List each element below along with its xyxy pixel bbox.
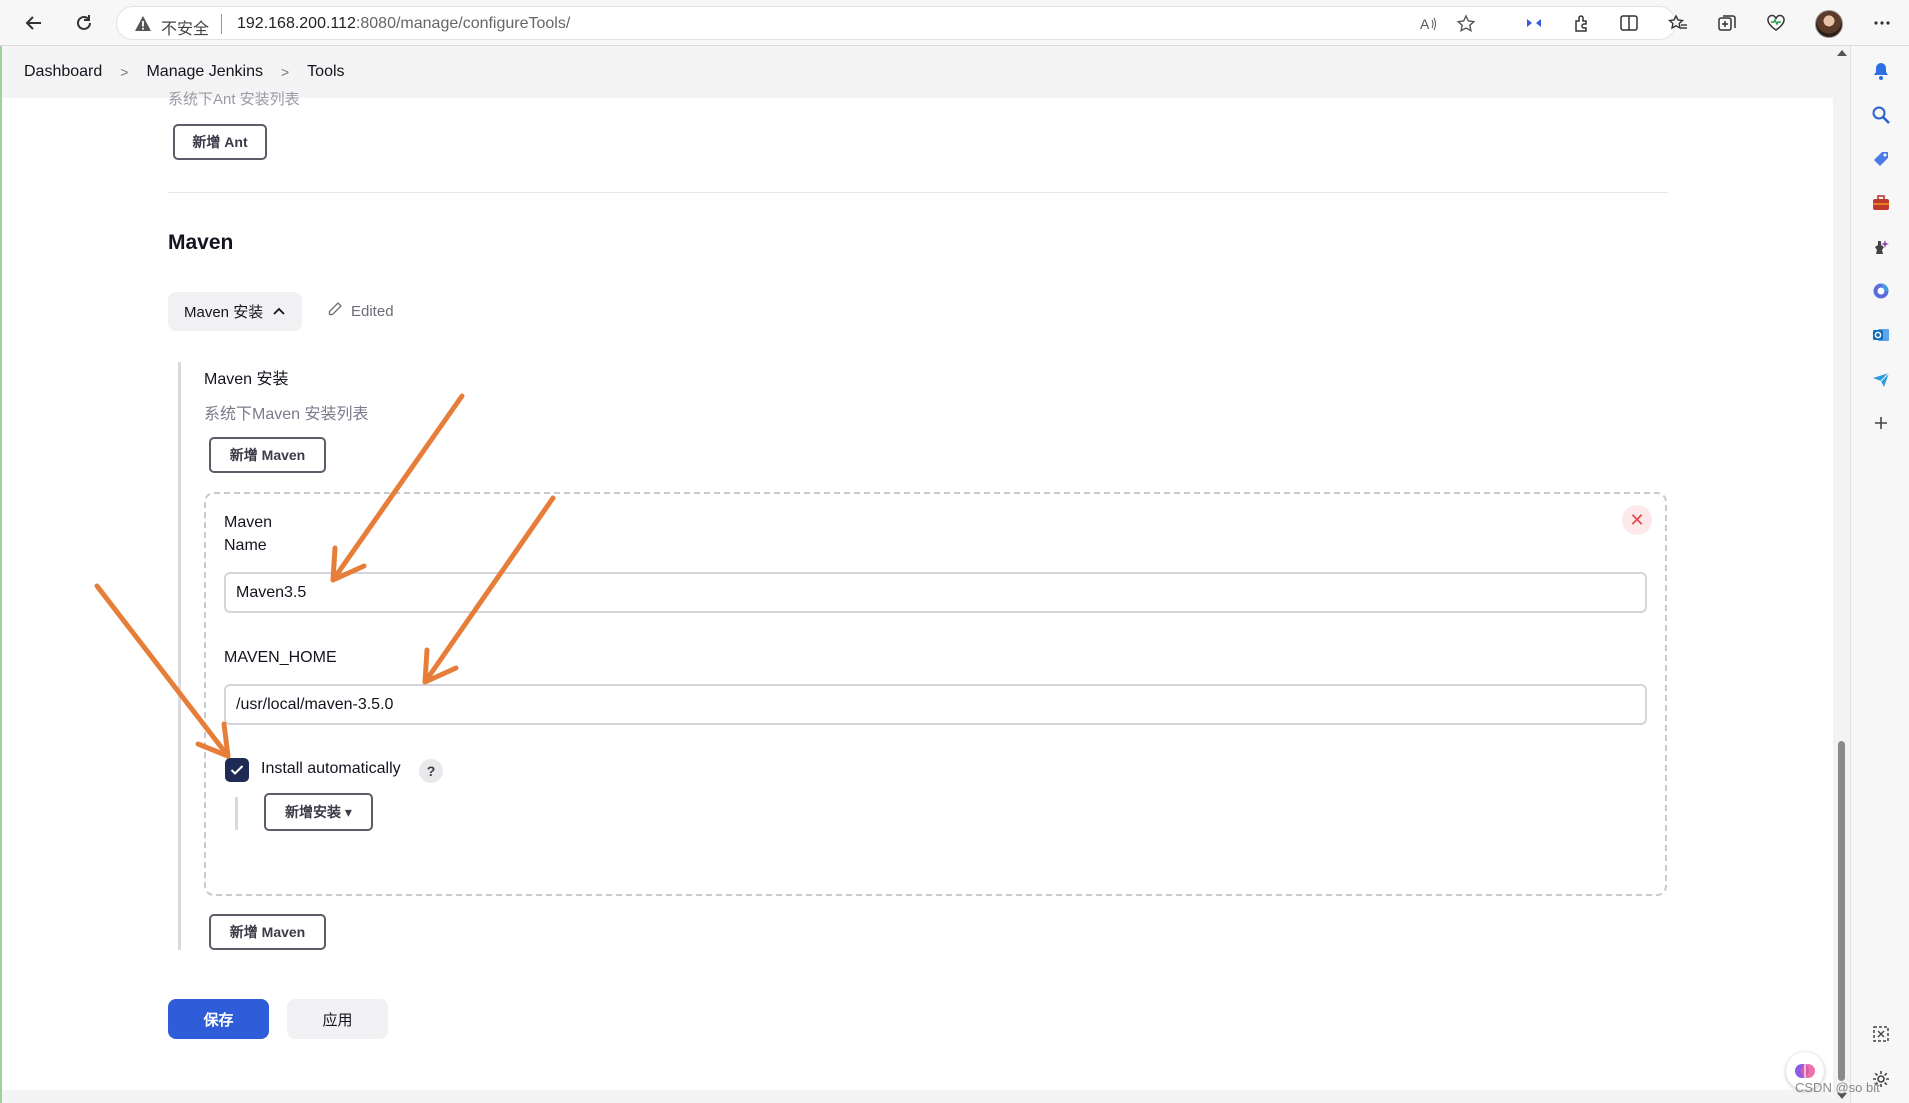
read-aloud-icon[interactable]: A (1417, 13, 1439, 35)
chevron-right-icon: > (280, 64, 290, 80)
help-question-icon[interactable]: ? (419, 759, 443, 783)
outlook-icon[interactable] (1868, 322, 1894, 348)
name-label-line1: Maven (224, 514, 273, 531)
scrollbar-thumb[interactable] (1838, 741, 1845, 1081)
chevron-right-icon: > (120, 64, 129, 80)
toolbox-icon[interactable] (1868, 190, 1894, 216)
profile-avatar[interactable] (1815, 10, 1843, 38)
url-path: :8080/manage/configureTools/ (355, 15, 571, 32)
installations-guide-line (178, 362, 181, 950)
page-scrollbar[interactable] (1833, 46, 1850, 1103)
split-view-icon[interactable] (1615, 9, 1643, 37)
chevron-up-icon (273, 303, 285, 320)
favorite-star-icon[interactable] (1455, 13, 1477, 35)
browser-sidebar (1850, 46, 1909, 1103)
add-ant-button[interactable]: 新增 Ant (173, 124, 267, 160)
edited-indicator: Edited (327, 301, 394, 321)
window-left-border (0, 46, 2, 1103)
scroll-up-arrow[interactable] (1837, 50, 1847, 56)
breadcrumb-tools[interactable]: Tools (307, 63, 344, 81)
add-maven-button-top[interactable]: 新增 Maven (209, 437, 326, 473)
breadcrumb-dashboard[interactable]: Dashboard (24, 63, 102, 81)
maven-installations-desc: 系统下Maven 安装列表 (204, 406, 369, 423)
section-divider (168, 192, 1668, 193)
name-label-line2: Name (224, 537, 267, 554)
maven-home-label: MAVEN_HOME (224, 649, 337, 666)
edited-label: Edited (351, 302, 394, 320)
bell-icon[interactable] (1868, 58, 1894, 84)
maven-home-input[interactable] (224, 684, 1647, 725)
screenshot-icon[interactable] (1868, 1021, 1894, 1047)
svg-text:A: A (1420, 16, 1430, 32)
ant-installations-desc: 系统下Ant 安装列表 (168, 91, 300, 108)
csdn-watermark: CSDN @so bit (1795, 1080, 1880, 1095)
save-button[interactable]: 保存 (168, 999, 269, 1039)
back-icon[interactable] (20, 9, 48, 37)
browser-toolbar: 不安全 192.168.200.112:8080/manage/configur… (0, 0, 1909, 46)
office-icon[interactable] (1868, 278, 1894, 304)
send-icon[interactable] (1868, 366, 1894, 392)
pencil-icon (327, 301, 343, 321)
url-text[interactable]: 192.168.200.112:8080/manage/configureToo… (237, 15, 570, 33)
toggle-label: Maven 安装 (184, 304, 264, 321)
add-maven-button-bottom[interactable]: 新增 Maven (209, 914, 326, 950)
install-automatically-checkbox[interactable] (225, 758, 249, 782)
apply-button[interactable]: 应用 (287, 999, 388, 1039)
maven-name-input[interactable] (224, 572, 1647, 613)
checkmark-icon (230, 765, 244, 775)
extensions-icon[interactable] (1568, 9, 1596, 37)
installer-guide-line (235, 797, 238, 830)
tag-icon[interactable] (1868, 146, 1894, 172)
delete-installation-close-icon[interactable]: ✕ (1622, 505, 1652, 535)
add-icon[interactable] (1868, 410, 1894, 436)
add-installer-dropdown-button[interactable]: 新增安装 ▾ (264, 793, 373, 831)
games-icon[interactable] (1868, 234, 1894, 260)
favorites-icon[interactable] (1664, 9, 1692, 37)
warning-icon (134, 15, 152, 38)
url-host: 192.168.200.112 (237, 15, 356, 32)
maven-installations-label: Maven 安装 (204, 371, 289, 388)
breadcrumb-manage-jenkins[interactable]: Manage Jenkins (146, 63, 263, 81)
collections-icon[interactable] (1713, 9, 1741, 37)
install-automatically-label[interactable]: Install automatically (261, 760, 401, 778)
split-screen-icon[interactable] (1520, 9, 1548, 37)
reload-icon[interactable] (70, 9, 98, 37)
page-footer-strip (2, 1090, 1833, 1103)
address-bar[interactable]: 不安全 192.168.200.112:8080/manage/configur… (116, 6, 1676, 40)
more-menu-icon[interactable] (1868, 9, 1896, 37)
maven-installations-toggle[interactable]: Maven 安装 (168, 292, 302, 331)
address-separator (221, 14, 222, 34)
search-icon[interactable] (1868, 102, 1894, 128)
maven-name-label: Maven Name (224, 511, 272, 557)
performance-heart-icon[interactable] (1762, 9, 1790, 37)
insecure-label: 不安全 (161, 21, 210, 38)
maven-section-title: Maven (168, 231, 234, 254)
